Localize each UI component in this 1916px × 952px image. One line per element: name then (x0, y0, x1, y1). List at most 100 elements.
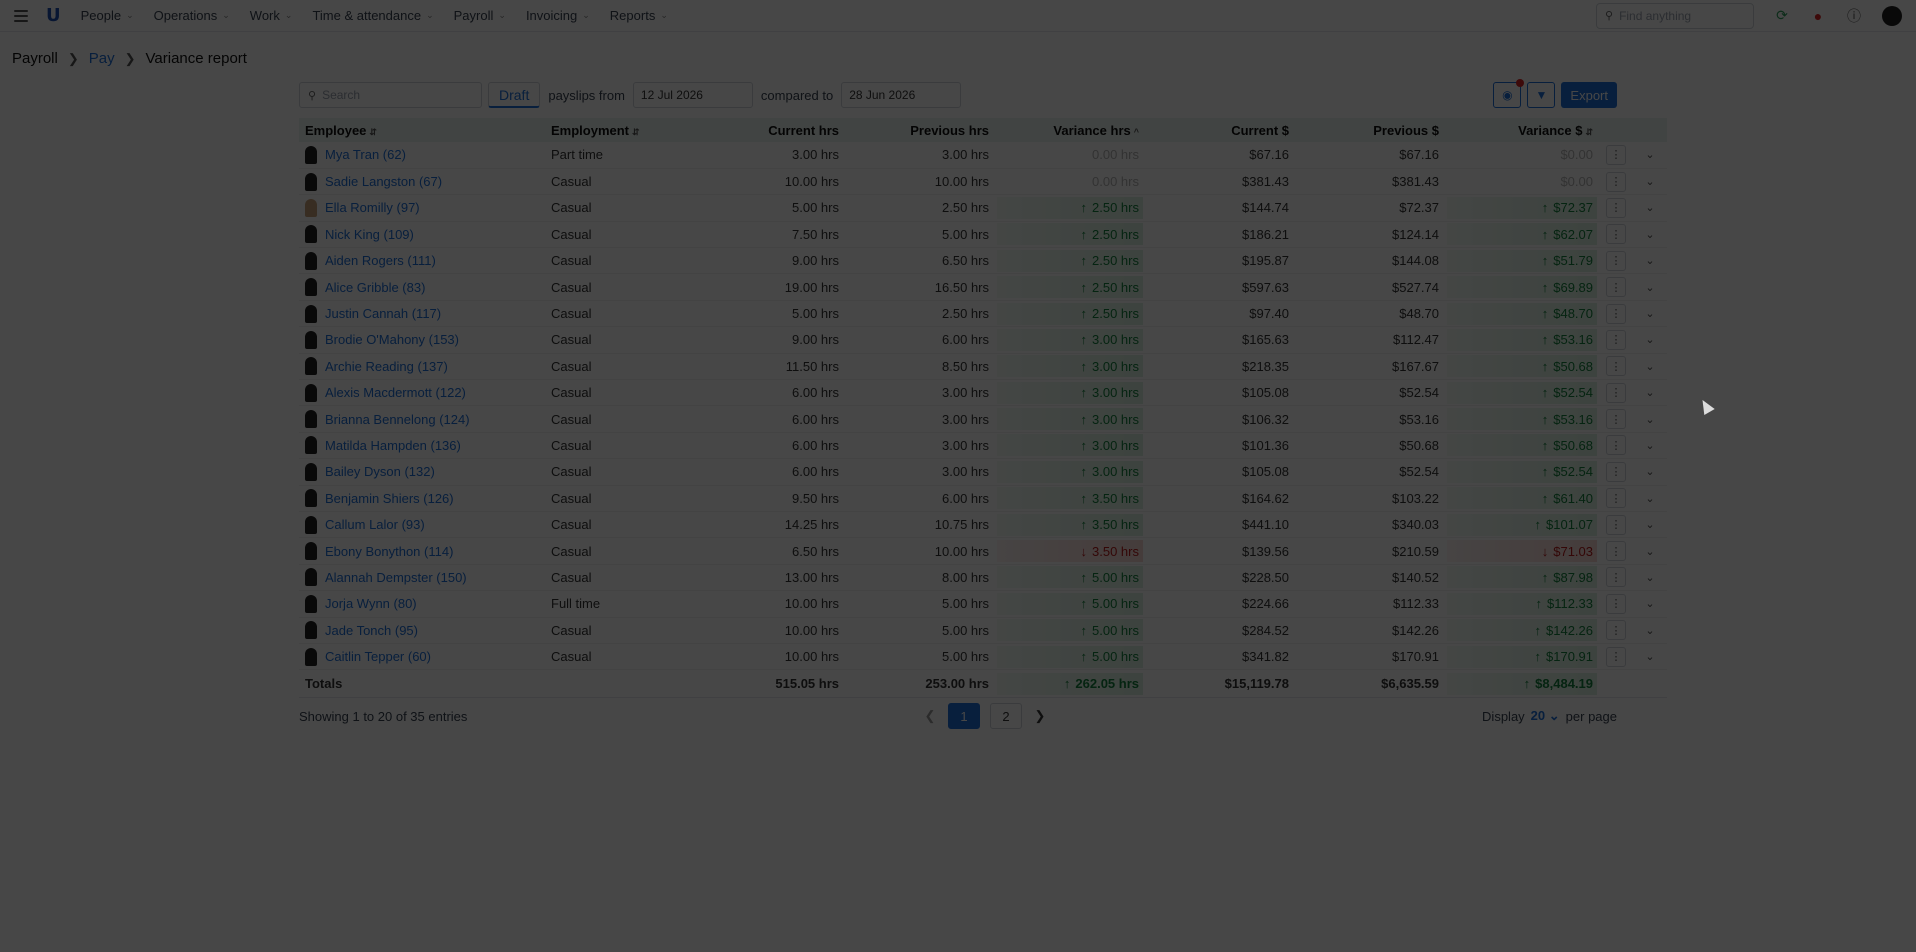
more-options-icon[interactable]: ⋮ (1606, 488, 1626, 509)
employee: Jorja Wynn (80) (305, 594, 539, 613)
global-search-input[interactable]: ⚲ Find anything (1596, 2, 1754, 29)
next-page-icon[interactable]: ❯ (1032, 703, 1048, 729)
filter-button[interactable]: ▼ (1527, 82, 1556, 108)
search-input[interactable]: ⚲ Search (299, 82, 482, 108)
employee: Aiden Rogers (111) (305, 251, 539, 270)
chevron-down-icon[interactable]: ⌄ (1645, 282, 1654, 294)
page-1-button[interactable]: 1 (948, 703, 980, 730)
employee-link[interactable]: Sadie Langston (67) (325, 174, 442, 189)
more-options-icon[interactable]: ⋮ (1606, 620, 1626, 641)
chevron-down-icon[interactable]: ⌄ (1645, 493, 1654, 505)
menu-icon[interactable] (14, 9, 28, 22)
employee-link[interactable]: Nick King (109) (325, 227, 414, 242)
employee-link[interactable]: Benjamin Shiers (126) (325, 491, 454, 506)
pagination: ❮ 1 2 ❯ (922, 703, 1048, 730)
chevron-down-icon[interactable]: ⌄ (1645, 651, 1654, 663)
nav-item[interactable]: Payroll ⌄ (454, 8, 506, 23)
more-options-icon[interactable]: ⋮ (1606, 329, 1626, 350)
more-options-icon[interactable]: ⋮ (1606, 382, 1626, 403)
employee-link[interactable]: Caitlin Tepper (60) (325, 649, 431, 664)
employee-link[interactable]: Callum Lalor (93) (325, 517, 425, 532)
chevron-down-icon[interactable]: ⌄ (1645, 202, 1654, 214)
col-variance-hrs[interactable]: Variance hrs ^ (995, 118, 1145, 142)
help-icon[interactable]: ⓘ (1846, 6, 1862, 26)
nav-item[interactable]: Time & attendance ⌄ (312, 8, 433, 23)
chevron-down-icon[interactable]: ⌄ (1645, 176, 1654, 188)
chevron-down-icon[interactable]: ⌄ (1645, 387, 1654, 399)
avatar (305, 383, 317, 402)
chevron-down-icon[interactable]: ⌄ (1645, 149, 1654, 161)
employee-link[interactable]: Brodie O'Mahony (153) (325, 332, 459, 347)
col-employee[interactable]: Employee ⇵ (299, 118, 545, 142)
breadcrumb-pay[interactable]: Pay (89, 50, 115, 67)
more-options-icon[interactable]: ⋮ (1606, 356, 1626, 377)
more-options-icon[interactable]: ⋮ (1606, 303, 1626, 324)
avatar (305, 621, 317, 640)
more-options-icon[interactable]: ⋮ (1606, 461, 1626, 482)
chevron-down-icon[interactable]: ⌄ (1645, 334, 1654, 346)
refresh-icon[interactable]: ⟳ (1774, 7, 1790, 24)
notification-bell-icon[interactable]: ● (1810, 8, 1826, 24)
more-options-icon[interactable]: ⋮ (1606, 250, 1626, 271)
per-page-select[interactable]: 20 ⌄ (1531, 708, 1560, 724)
chevron-down-icon[interactable]: ⌄ (1645, 255, 1654, 267)
column-visibility-button[interactable]: ◉ (1493, 79, 1525, 108)
employee-link[interactable]: Archie Reading (137) (325, 359, 448, 374)
page-2-button[interactable]: 2 (990, 703, 1022, 730)
more-options-icon[interactable]: ⋮ (1606, 646, 1626, 667)
more-options-icon[interactable]: ⋮ (1606, 567, 1626, 588)
export-button[interactable]: Export (1561, 82, 1617, 108)
breadcrumb-payroll[interactable]: Payroll (12, 50, 58, 67)
employee-link[interactable]: Justin Cannah (117) (325, 306, 441, 321)
employee-link[interactable]: Bailey Dyson (132) (325, 464, 435, 479)
more-options-icon[interactable]: ⋮ (1606, 144, 1626, 165)
chevron-down-icon[interactable]: ⌄ (1645, 308, 1654, 320)
chevron-down-icon[interactable]: ⌄ (1645, 625, 1654, 637)
nav-item[interactable]: Operations ⌄ (154, 8, 230, 23)
chevron-down-icon[interactable]: ⌄ (1645, 519, 1654, 531)
nav-item[interactable]: Invoicing ⌄ (526, 8, 590, 23)
from-date-picker[interactable]: 12 Jul 2026 (632, 82, 753, 108)
more-options-icon[interactable]: ⋮ (1606, 277, 1626, 298)
employee-link[interactable]: Matilda Hampden (136) (325, 438, 461, 453)
user-avatar[interactable] (1882, 5, 1902, 26)
nav-item[interactable]: Work ⌄ (250, 8, 293, 23)
employee-link[interactable]: Jade Tonch (95) (325, 623, 418, 638)
to-date-picker[interactable]: 28 Jun 2026 (841, 82, 962, 108)
employee-link[interactable]: Ella Romilly (97) (325, 200, 420, 215)
chevron-down-icon[interactable]: ⌄ (1645, 414, 1654, 426)
more-options-icon[interactable]: ⋮ (1606, 409, 1626, 430)
prev-page-icon[interactable]: ❮ (922, 703, 938, 729)
chevron-down-icon[interactable]: ⌄ (1645, 440, 1654, 452)
more-options-icon[interactable]: ⋮ (1606, 514, 1626, 535)
app-logo[interactable]: U (46, 5, 61, 26)
employee-link[interactable]: Ebony Bonython (114) (325, 544, 453, 559)
employee-link[interactable]: Mya Tran (62) (325, 147, 406, 162)
more-options-icon[interactable]: ⋮ (1606, 171, 1626, 192)
more-options-icon[interactable]: ⋮ (1606, 197, 1626, 218)
more-options-icon[interactable]: ⋮ (1606, 224, 1626, 245)
employee-link[interactable]: Aiden Rogers (111) (325, 253, 436, 268)
variance-dollars-cell: ↑ $87.98 (1445, 564, 1599, 592)
nav-item[interactable]: Reports ⌄ (610, 8, 668, 23)
chevron-down-icon[interactable]: ⌄ (1645, 229, 1654, 241)
chevron-down-icon[interactable]: ⌄ (1645, 572, 1654, 584)
col-variance-hrs-label: Variance hrs (1053, 122, 1131, 138)
employee-link[interactable]: Alice Gribble (83) (325, 280, 425, 295)
chevron-down-icon[interactable]: ⌄ (1645, 466, 1654, 478)
col-variance-dollars[interactable]: Variance $ ⇵ (1445, 118, 1599, 142)
nav-item[interactable]: People ⌄ (81, 8, 134, 23)
employee-link[interactable]: Alexis Macdermott (122) (325, 385, 466, 400)
chevron-down-icon[interactable]: ⌄ (1645, 361, 1654, 373)
col-employment[interactable]: Employment ⇵ (545, 118, 695, 142)
chevron-down-icon[interactable]: ⌄ (1645, 598, 1654, 610)
employee-link[interactable]: Brianna Bennelong (124) (325, 412, 470, 427)
chevron-down-icon[interactable]: ⌄ (1645, 546, 1654, 558)
employee-link[interactable]: Alannah Dempster (150) (325, 570, 467, 585)
draft-toggle[interactable]: Draft (488, 82, 541, 108)
more-options-icon[interactable]: ⋮ (1606, 435, 1626, 456)
more-options-icon[interactable]: ⋮ (1606, 541, 1626, 562)
variance-dollars-cell: ↓ $71.03 (1445, 537, 1599, 565)
more-options-icon[interactable]: ⋮ (1606, 593, 1626, 614)
employee-link[interactable]: Jorja Wynn (80) (325, 596, 417, 611)
